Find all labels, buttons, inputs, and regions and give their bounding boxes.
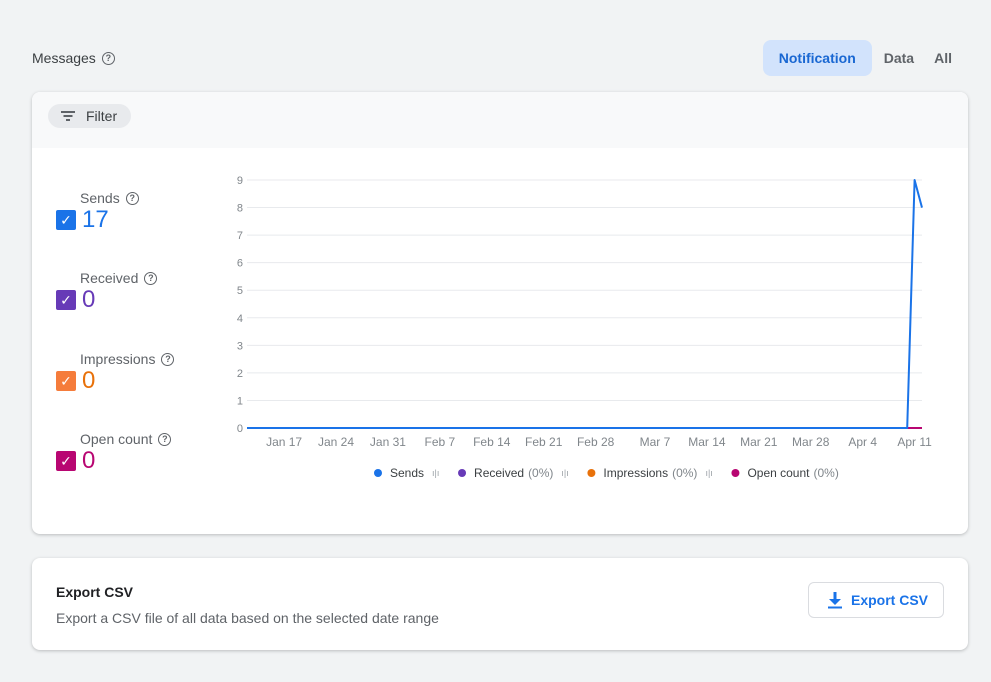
page-title-text: Messages — [32, 50, 96, 66]
help-icon[interactable]: ? — [125, 191, 139, 205]
export-csv-button[interactable]: Export CSV — [807, 582, 944, 618]
legend-separator: ı|ı — [561, 468, 568, 478]
x-tick-label: Jan 17 — [266, 435, 302, 449]
export-button-label: Export CSV — [850, 592, 928, 608]
x-tick-label: Feb 28 — [577, 435, 615, 449]
tab-group: Notification Data All — [762, 40, 960, 76]
x-tick-label: Mar 7 — [640, 435, 671, 449]
y-tick-label: 6 — [237, 258, 243, 270]
legend-label: Sends — [390, 466, 424, 480]
page-title: Messages ? — [32, 50, 115, 66]
help-icon[interactable]: ? — [161, 352, 175, 366]
legend-dot — [374, 469, 382, 477]
tab-all[interactable]: All — [926, 40, 960, 76]
messages-header: Messages ? Notification Data All — [32, 40, 960, 76]
card-header: Filter — [32, 92, 968, 148]
x-tick-label: Apr 4 — [848, 435, 877, 449]
legend-dot — [731, 469, 740, 477]
metric-value: 17 — [82, 206, 109, 233]
sends-checkbox[interactable]: ✓ — [56, 210, 76, 230]
impressions-checkbox[interactable]: ✓ — [56, 371, 76, 391]
y-tick-label: 8 — [237, 203, 243, 215]
y-tick-label: 2 — [237, 368, 243, 380]
y-tick-label: 7 — [237, 230, 243, 242]
y-tick-label: 4 — [237, 313, 243, 325]
metric-label: Sends? — [80, 190, 139, 206]
metric-value: 0 — [82, 286, 96, 313]
legend-percent: (0%) — [672, 466, 697, 480]
y-tick-label: 5 — [237, 285, 243, 297]
legend-label: Received — [474, 466, 524, 480]
x-tick-label: Mar 21 — [740, 435, 778, 449]
open-count-checkbox[interactable]: ✓ — [56, 451, 76, 471]
x-tick-label: Feb 14 — [473, 435, 511, 449]
x-tick-label: Jan 24 — [318, 435, 354, 449]
metric-value: 0 — [82, 447, 96, 474]
metrics-card: Filter Sends? ✓ 17 Received? ✓ 0 Impress… — [32, 92, 968, 534]
x-tick-label: Feb 7 — [425, 435, 456, 449]
legend-label: Open count — [747, 466, 810, 480]
help-icon[interactable]: ? — [144, 271, 158, 285]
line-chart: 0 1 2 3 4 5 6 7 8 9 Jan 17 Jan 24 Jan 31 Feb 7 Feb 14 F… — [237, 175, 932, 480]
export-description: Export a CSV file of all data based on t… — [56, 610, 439, 626]
tab-data[interactable]: Data — [876, 40, 922, 76]
x-tick-label: Feb 21 — [525, 435, 563, 449]
help-icon[interactable]: ? — [158, 432, 172, 446]
y-tick-label: 1 — [237, 395, 243, 407]
filter-label: Filter — [86, 108, 118, 124]
metric-label: Impressions? — [80, 351, 175, 367]
y-tick-label: 3 — [237, 340, 243, 352]
legend-separator: ı|ı — [705, 468, 712, 478]
x-tick-label: Jan 31 — [370, 435, 406, 449]
legend-percent: (0%) — [813, 466, 838, 480]
export-card: Export CSV Export a CSV file of all data… — [32, 558, 968, 650]
x-tick-label: Mar 14 — [688, 435, 726, 449]
x-tick-label: Mar 28 — [792, 435, 830, 449]
x-tick-label: Apr 11 — [897, 435, 932, 449]
legend-label: Impressions — [603, 466, 668, 480]
metric-label: Received? — [80, 270, 158, 286]
export-title: Export CSV — [56, 584, 134, 600]
filter-button[interactable]: Filter — [48, 104, 132, 128]
legend-percent: (0%) — [528, 466, 553, 480]
series-line-sends — [247, 179, 923, 429]
y-tick-label: 9 — [237, 175, 243, 187]
metric-value: 0 — [82, 367, 96, 394]
metric-label: Open count? — [80, 431, 172, 447]
help-icon[interactable]: ? — [101, 51, 115, 65]
legend-dot — [458, 469, 467, 477]
filter-list-icon — [60, 110, 76, 122]
download-icon — [827, 592, 842, 609]
legend-separator: ı|ı — [432, 468, 439, 478]
tab-notification[interactable]: Notification — [762, 40, 872, 76]
received-checkbox[interactable]: ✓ — [56, 290, 76, 310]
legend-dot — [587, 469, 596, 477]
y-tick-label: 0 — [237, 423, 243, 435]
